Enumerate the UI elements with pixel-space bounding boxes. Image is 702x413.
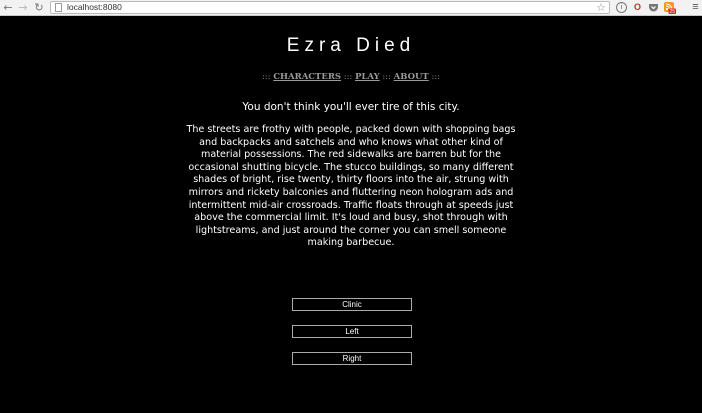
lead-text: You don't think you'll ever tire of this… (242, 101, 460, 113)
story-paragraph: The streets are frothy with people, pack… (186, 124, 516, 249)
menu-icon[interactable]: ≡ (690, 2, 701, 13)
address-bar[interactable]: localhost:8080 ☆ (50, 1, 610, 14)
menu-separator: ::: (343, 72, 356, 82)
opera-icon[interactable]: O (632, 2, 643, 13)
bookmark-star-icon[interactable]: ☆ (596, 1, 606, 14)
pocket-icon[interactable] (648, 2, 659, 13)
reload-icon[interactable]: ↻ (33, 1, 45, 14)
menu-link-about[interactable]: ABOUT (394, 72, 429, 82)
choice-button-clinic[interactable]: Clinic (292, 298, 412, 311)
menu-link-play[interactable]: PLAY (355, 72, 380, 82)
menu-separator: ::: (431, 72, 441, 82)
notification-badge: 25 (669, 9, 675, 14)
browser-toolbar: ← → ↻ localhost:8080 ☆ i O 25 ≡ (0, 0, 702, 16)
back-icon[interactable]: ← (2, 1, 14, 14)
game-title: Ezra Died (286, 35, 416, 56)
choice-button-right[interactable]: Right (292, 352, 412, 365)
page-icon (55, 3, 62, 12)
menu-separator: ::: (261, 72, 274, 82)
info-icon[interactable]: i (616, 2, 627, 13)
url-text[interactable]: localhost:8080 (67, 2, 122, 13)
main-menu: ::: CHARACTERS ::: PLAY ::: ABOUT ::: (0, 71, 702, 83)
rss-icon[interactable]: 25 (664, 2, 676, 15)
menu-link-characters[interactable]: CHARACTERS (273, 72, 341, 82)
choice-button-left[interactable]: Left (292, 325, 412, 338)
menu-separator: ::: (382, 72, 394, 82)
forward-icon[interactable]: → (17, 1, 29, 14)
